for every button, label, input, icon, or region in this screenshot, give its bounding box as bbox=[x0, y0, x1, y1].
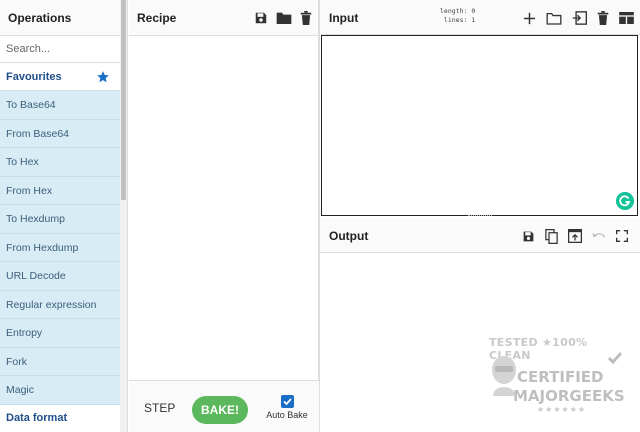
input-textarea[interactable] bbox=[321, 35, 638, 216]
copy-icon[interactable] bbox=[545, 228, 558, 244]
operation-item[interactable]: From Hex bbox=[0, 176, 120, 205]
output-header: Output bbox=[320, 218, 640, 253]
lines-value: 1 bbox=[471, 16, 476, 24]
auto-bake-label: Auto Bake bbox=[266, 410, 308, 420]
scrollbar-thumb[interactable] bbox=[121, 0, 126, 200]
operation-item[interactable]: To Hex bbox=[0, 148, 120, 177]
input-stats: length: 0 lines: 1 bbox=[440, 7, 475, 25]
operation-item[interactable]: Entropy bbox=[0, 319, 120, 348]
watermark-line3: MAJORGEEKS bbox=[513, 387, 625, 405]
folder-icon[interactable] bbox=[546, 12, 562, 25]
operation-item[interactable]: Magic bbox=[0, 376, 120, 405]
recipe-panel: Recipe STEP BAKE! Auto Bake bbox=[129, 0, 319, 432]
replace-input-icon[interactable] bbox=[568, 229, 582, 243]
grammarly-icon[interactable] bbox=[616, 192, 634, 210]
input-title: Input bbox=[329, 11, 359, 25]
plus-icon[interactable] bbox=[523, 12, 536, 25]
length-label: length: bbox=[440, 7, 468, 15]
recipe-footer: STEP BAKE! Auto Bake bbox=[129, 380, 319, 432]
operations-search-input[interactable]: Search... bbox=[0, 36, 120, 63]
star-icon[interactable] bbox=[96, 70, 110, 84]
watermark-line2: CERTIFIED bbox=[517, 368, 604, 386]
category-data-format[interactable]: Data format bbox=[0, 405, 120, 432]
operation-item[interactable]: To Hexdump bbox=[0, 205, 120, 234]
checkmark-icon bbox=[607, 352, 623, 365]
trash-icon[interactable] bbox=[300, 11, 312, 25]
input-panel: Input length: 0 lines: 1 bbox=[320, 0, 640, 218]
recipe-header: Recipe bbox=[129, 0, 318, 36]
favourites-category[interactable]: Favourites bbox=[0, 63, 120, 91]
operations-scrollbar[interactable] bbox=[120, 0, 127, 432]
trash-icon[interactable] bbox=[597, 11, 609, 25]
mascot-seal-icon bbox=[492, 356, 516, 396]
import-icon[interactable] bbox=[572, 11, 587, 25]
check-icon bbox=[282, 398, 292, 406]
maximize-icon[interactable] bbox=[616, 230, 628, 242]
layout-icon[interactable] bbox=[619, 12, 634, 24]
lines-label: lines: bbox=[443, 16, 468, 24]
step-button[interactable]: STEP bbox=[144, 401, 175, 415]
operation-item[interactable]: From Base64 bbox=[0, 119, 120, 148]
undo-icon[interactable] bbox=[592, 230, 606, 242]
favourites-label: Favourites bbox=[6, 71, 62, 83]
output-title: Output bbox=[329, 229, 369, 243]
bake-button[interactable]: BAKE! bbox=[192, 396, 248, 424]
operations-title: Operations bbox=[0, 0, 120, 36]
majorgeeks-watermark: TESTED ★100% CLEAN CERTIFIED MAJORGEEKS … bbox=[489, 336, 629, 424]
auto-bake-toggle[interactable]: Auto Bake bbox=[265, 395, 309, 420]
operation-item[interactable]: Fork bbox=[0, 347, 120, 376]
save-icon[interactable] bbox=[522, 230, 535, 243]
input-header: Input length: 0 lines: 1 bbox=[320, 0, 640, 35]
folder-icon[interactable] bbox=[276, 11, 292, 25]
operations-panel: Operations Search... Favourites To Base6… bbox=[0, 0, 128, 432]
operation-item[interactable]: To Base64 bbox=[0, 91, 120, 120]
recipe-title: Recipe bbox=[137, 11, 177, 25]
operation-item[interactable]: URL Decode bbox=[0, 262, 120, 291]
save-icon[interactable] bbox=[254, 11, 268, 25]
length-value: 0 bbox=[471, 7, 476, 15]
operation-item[interactable]: Regular expression bbox=[0, 290, 120, 319]
auto-bake-checkbox[interactable] bbox=[280, 395, 294, 408]
operations-list: To Base64 From Base64 To Hex From Hex To… bbox=[0, 91, 120, 405]
operation-item[interactable]: From Hexdump bbox=[0, 233, 120, 262]
watermark-stars: ★★★★★★ bbox=[537, 405, 587, 414]
